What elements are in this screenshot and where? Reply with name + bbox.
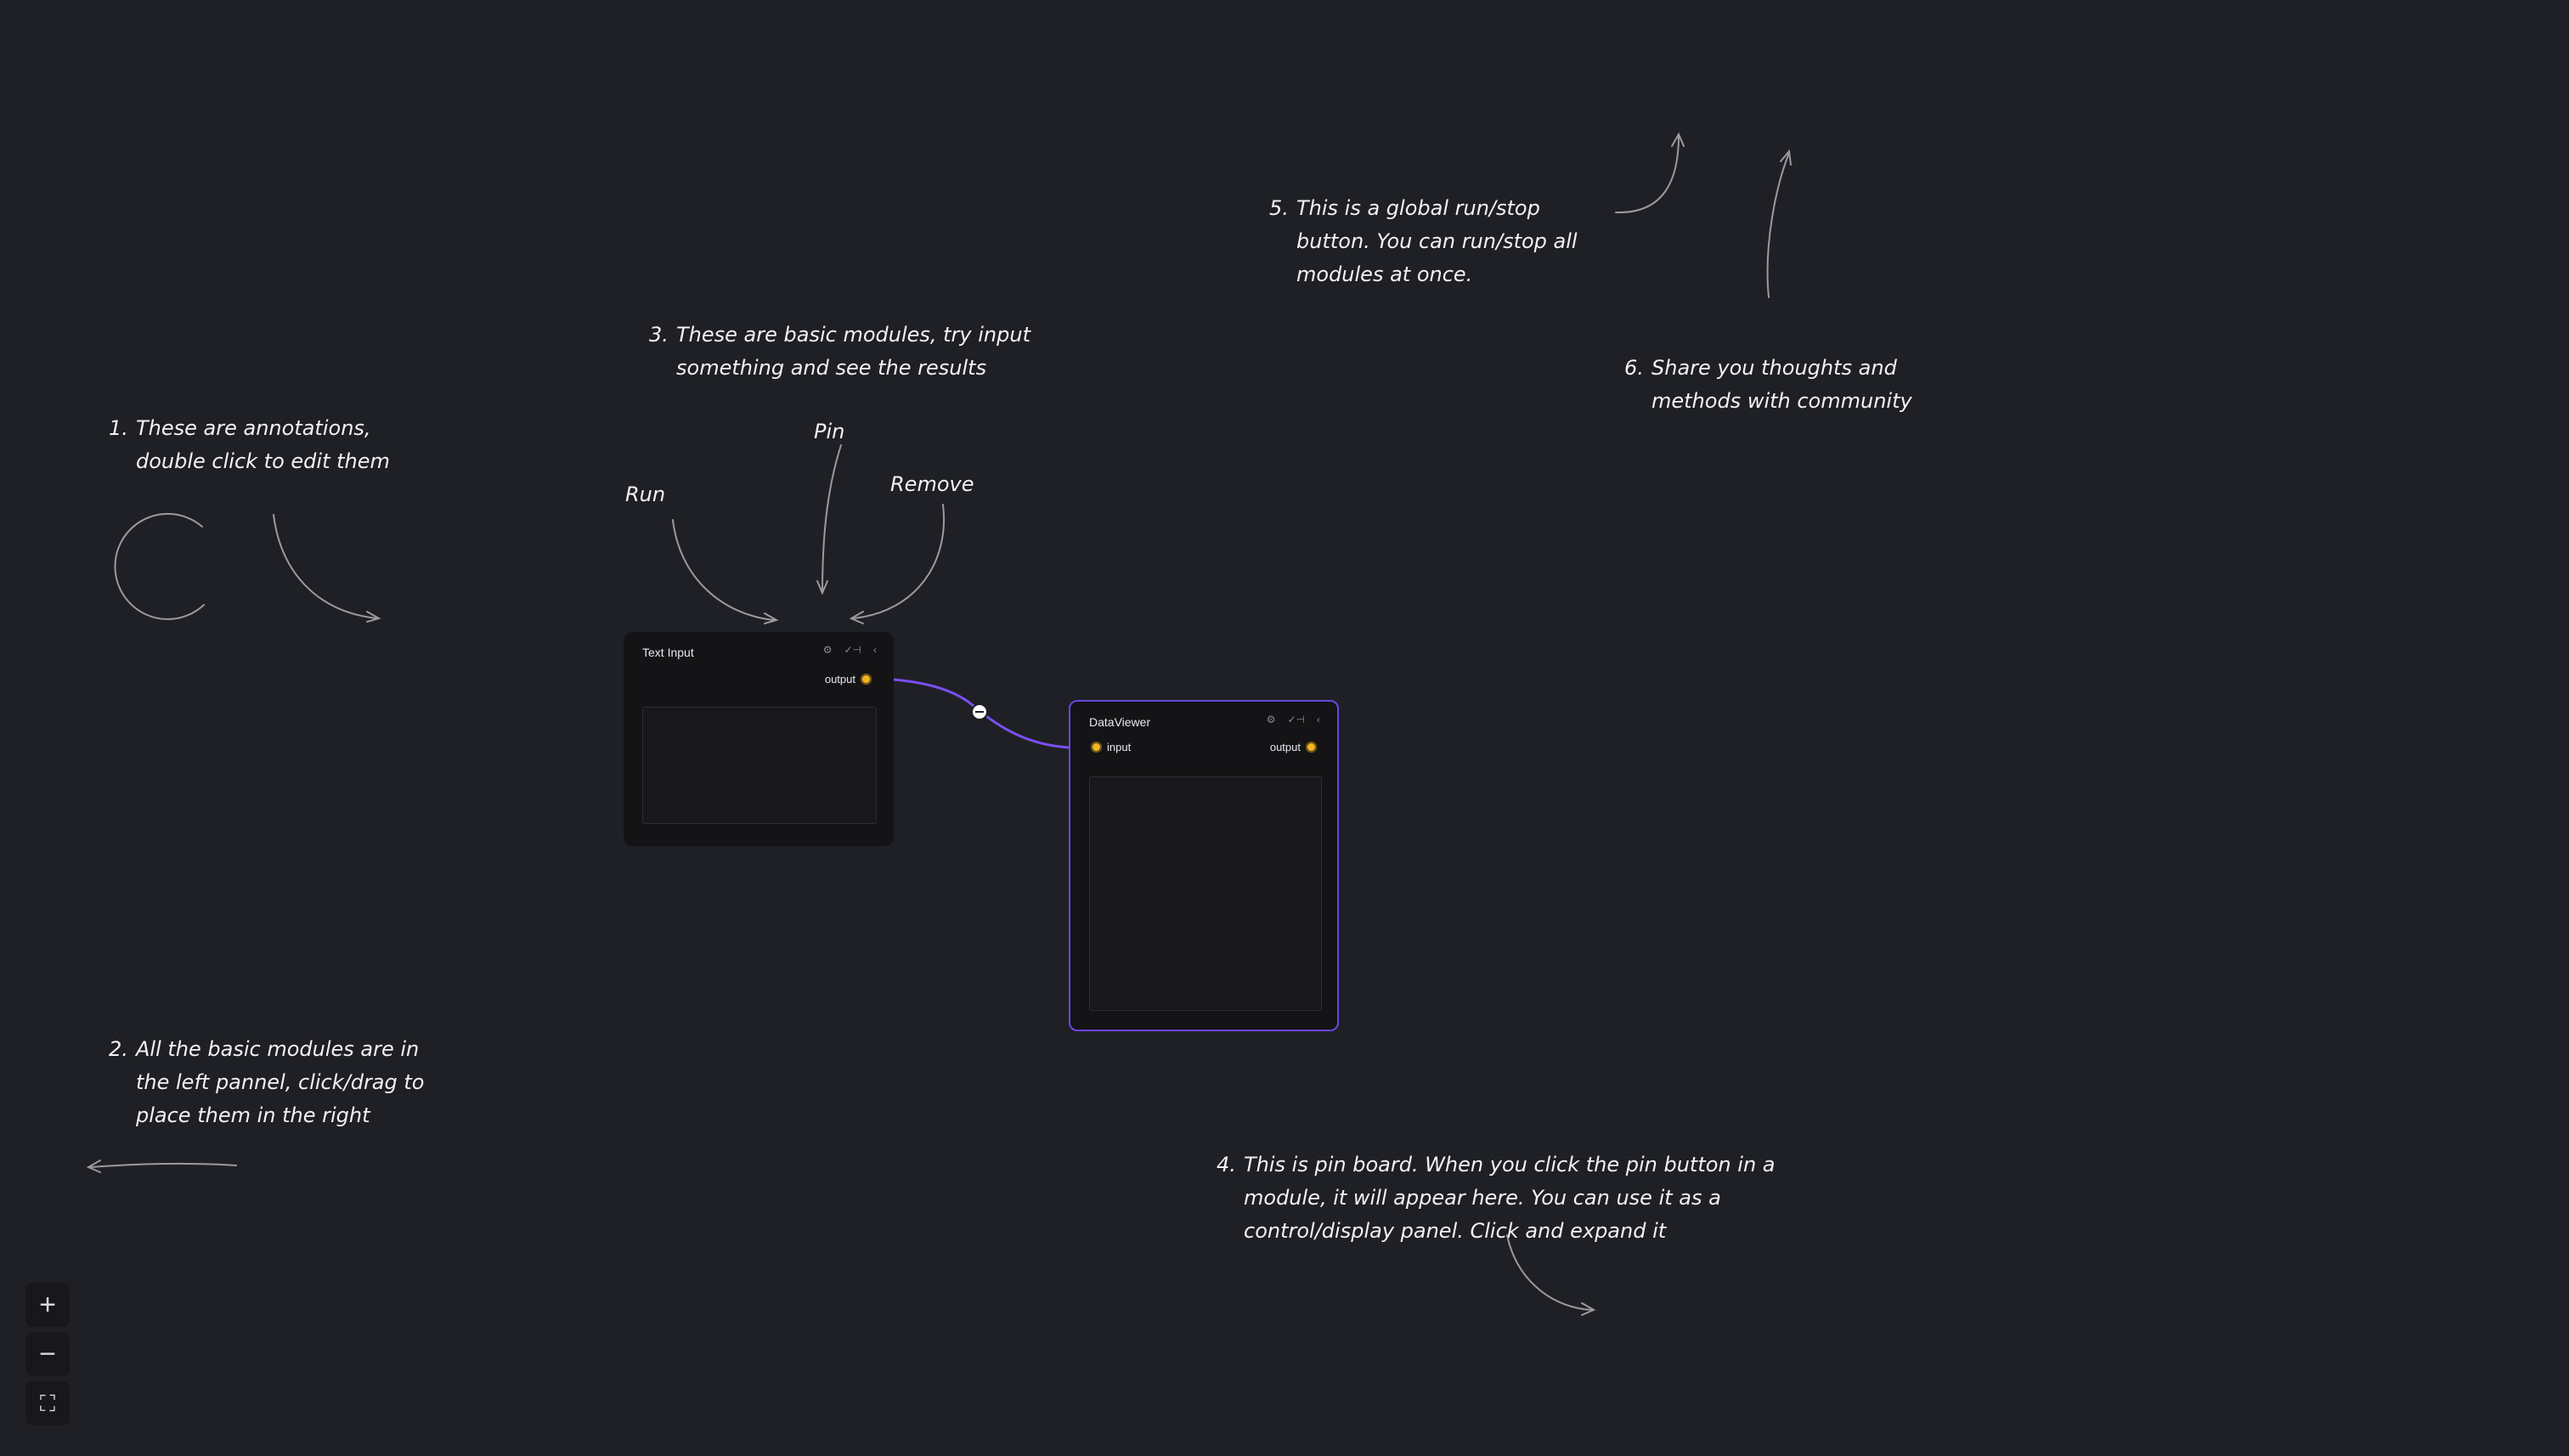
module-title: Text Input [642, 646, 694, 659]
zoom-out-button[interactable]: − [25, 1332, 70, 1376]
arrow-annotation-1 [273, 514, 378, 619]
module-title: DataViewer [1089, 715, 1151, 729]
arrow-annotation-2 [89, 1162, 237, 1168]
label-run: Run [625, 483, 666, 506]
arrow-pin [822, 444, 842, 594]
text-input-field[interactable] [642, 707, 877, 824]
output-port-dot[interactable] [861, 674, 872, 685]
run-icon[interactable]: ⚙ [823, 644, 833, 656]
module-toolbar: ⚙ ✓⊣ ‹ [823, 644, 877, 656]
output-port[interactable]: output [1270, 741, 1317, 753]
run-icon[interactable]: ⚙ [1267, 714, 1276, 725]
flow-canvas[interactable]: 1. These are annotations, double click t… [0, 0, 2569, 1456]
label-pin: Pin [814, 420, 845, 443]
annotation-4[interactable]: 4. This is pin board. When you click the… [1217, 1148, 1787, 1248]
arrow-run-stop [1615, 135, 1680, 214]
arrow-share [1766, 152, 1790, 298]
remove-icon[interactable]: ‹ [873, 644, 877, 656]
fit-view-button[interactable]: ⛶ [25, 1381, 70, 1425]
annotation-2[interactable]: 2. All the basic modules are in the left… [109, 1033, 433, 1132]
text-input-module[interactable]: Text Input ⚙ ✓⊣ ‹ output [624, 632, 894, 846]
zoom-in-button[interactable]: + [25, 1283, 70, 1327]
label-remove: Remove [890, 472, 974, 496]
annotation-5[interactable]: 5. This is a global run/stop button. You… [1269, 192, 1585, 291]
connection-remove-handle [971, 703, 988, 720]
connection-edge [893, 678, 1071, 749]
annotation-3[interactable]: 3. These are basic modules, try input so… [649, 319, 1033, 385]
output-port[interactable]: output [825, 673, 872, 686]
data-viewer-module[interactable]: DataViewer ⚙ ✓⊣ ‹ input output [1069, 700, 1339, 1031]
annotation-6[interactable]: 6. Share you thoughts and methods with c… [1624, 352, 1915, 418]
arrow-remove [852, 504, 945, 619]
annotation-1[interactable]: 1. These are annotations, double click t… [109, 412, 435, 478]
sketch-circle [114, 512, 205, 620]
pin-icon[interactable]: ✓⊣ [1287, 714, 1305, 725]
input-port-dot[interactable] [1091, 742, 1102, 753]
arrow-run [672, 519, 776, 621]
data-viewer-display [1089, 776, 1322, 1011]
output-port-dot[interactable] [1306, 742, 1317, 753]
remove-icon[interactable]: ‹ [1317, 714, 1320, 725]
pin-icon[interactable]: ✓⊣ [844, 644, 861, 656]
module-toolbar: ⚙ ✓⊣ ‹ [1267, 714, 1320, 725]
input-port[interactable]: input [1091, 741, 1131, 753]
